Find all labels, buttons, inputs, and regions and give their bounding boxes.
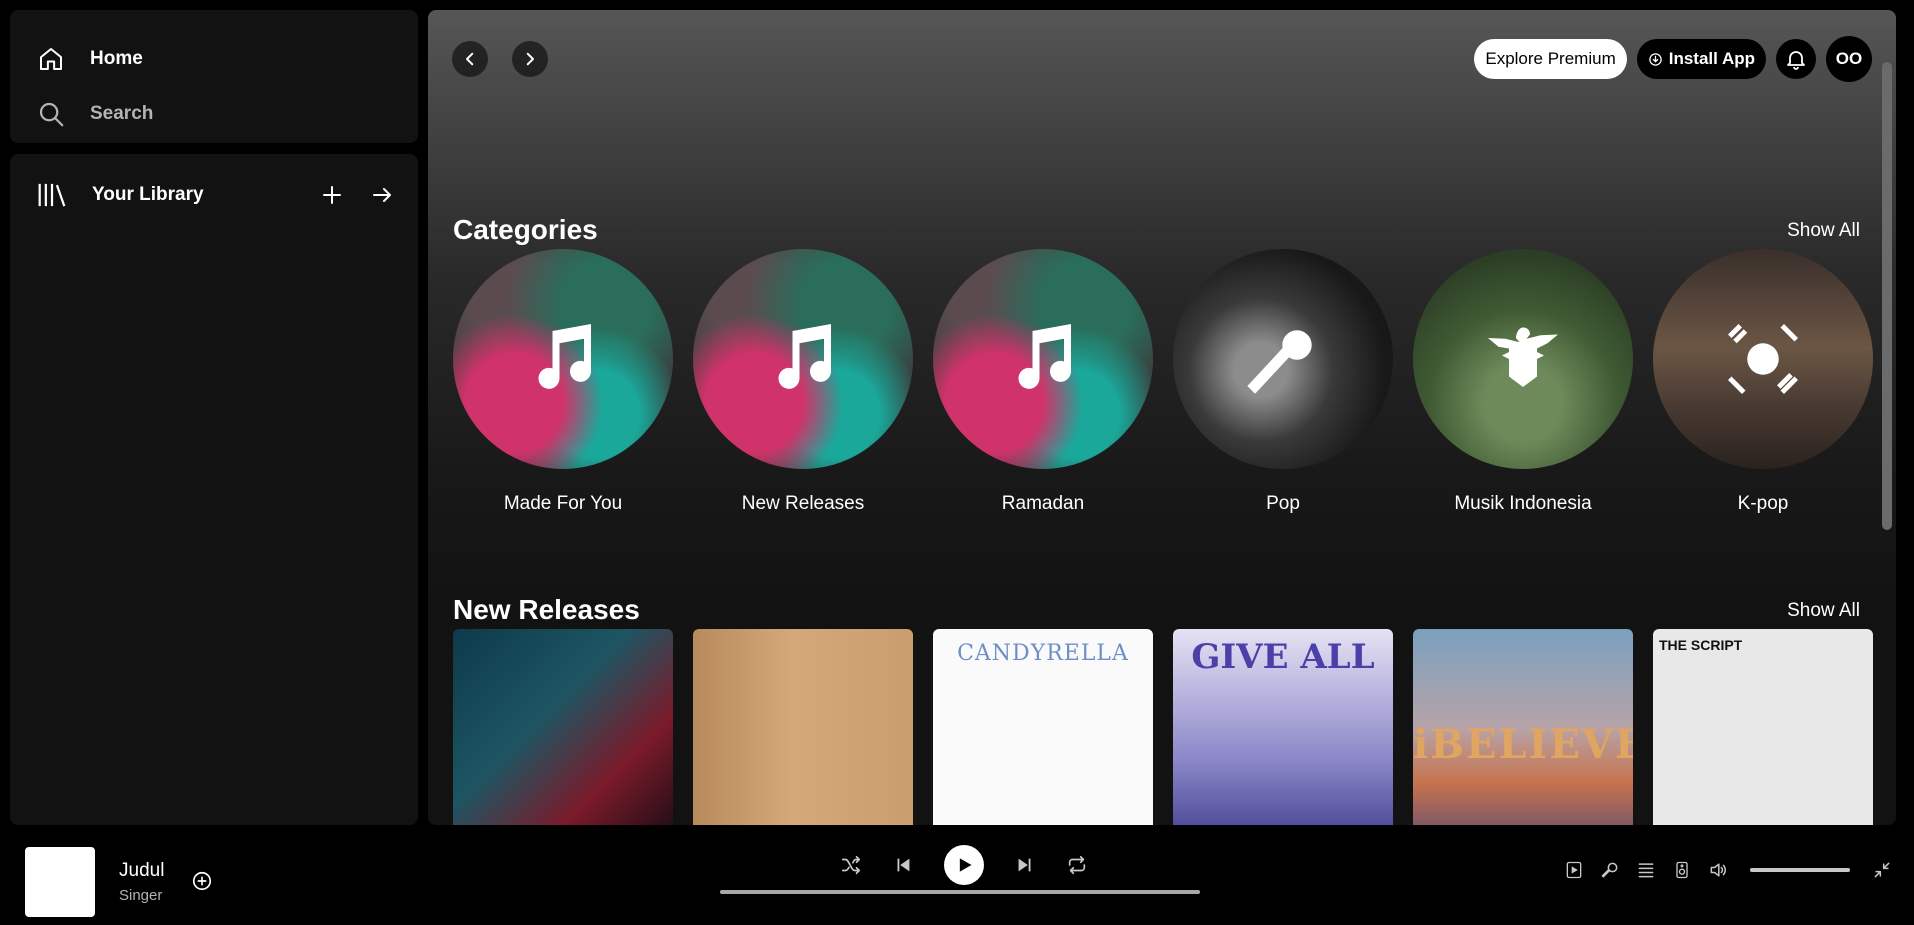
history-nav bbox=[452, 41, 548, 77]
search-icon bbox=[39, 102, 64, 127]
category-card[interactable]: Ramadan bbox=[933, 249, 1153, 515]
category-image bbox=[1653, 249, 1873, 469]
album-card[interactable]: CANDYRELLA bbox=[933, 629, 1153, 825]
progress-bar[interactable] bbox=[720, 890, 1200, 894]
chevron-right-icon bbox=[526, 52, 534, 66]
album-card[interactable]: GIVE ALL bbox=[1173, 629, 1393, 825]
nav-search-label: Search bbox=[90, 103, 154, 124]
shuffle-icon[interactable] bbox=[840, 854, 862, 876]
category-label: K-pop bbox=[1737, 493, 1789, 514]
explore-premium-button[interactable]: Explore Premium bbox=[1474, 39, 1627, 79]
garuda-icon bbox=[1488, 327, 1558, 387]
playback-controls bbox=[840, 845, 1088, 885]
category-image bbox=[1413, 249, 1633, 469]
categories-show-all-link[interactable]: Show All bbox=[1787, 220, 1860, 242]
category-image bbox=[933, 249, 1153, 469]
forward-button[interactable] bbox=[512, 41, 548, 77]
player-bar: Judul Singer bbox=[0, 830, 1914, 925]
library-actions bbox=[320, 183, 394, 207]
play-icon bbox=[959, 858, 972, 872]
album-cover-text: CANDYRELLA bbox=[957, 641, 1129, 666]
music-note-icon bbox=[1018, 324, 1072, 389]
category-label: Made For You bbox=[503, 493, 623, 514]
new-releases-row: CANDYRELLA GIVE ALL iBELIEVE THE SCRIPT bbox=[453, 629, 1873, 825]
play-button[interactable] bbox=[944, 845, 984, 885]
nav-home[interactable]: Home bbox=[36, 44, 143, 74]
album-card[interactable]: iBELIEVE bbox=[1413, 629, 1633, 825]
category-card[interactable]: Musik Indonesia bbox=[1413, 249, 1633, 515]
album-cover-text: GIVE ALL bbox=[1191, 637, 1375, 677]
album-cover-text: THE SCRIPT bbox=[1659, 637, 1743, 653]
nav-panel: Home Search bbox=[10, 10, 418, 143]
library-title-button[interactable]: Your Library bbox=[36, 180, 204, 210]
library-header: Your Library bbox=[36, 180, 394, 210]
home-icon bbox=[40, 48, 62, 70]
music-note-icon bbox=[778, 324, 832, 389]
queue-icon[interactable] bbox=[1636, 860, 1656, 880]
category-label: Ramadan bbox=[1001, 493, 1085, 514]
download-circle-icon bbox=[1648, 52, 1662, 66]
skip-forward-icon[interactable] bbox=[1014, 854, 1036, 876]
now-playing-artist[interactable]: Singer bbox=[119, 887, 162, 904]
volume-icon[interactable] bbox=[1708, 860, 1728, 880]
album-card[interactable] bbox=[693, 629, 913, 825]
back-button[interactable] bbox=[452, 41, 488, 77]
category-image bbox=[1173, 249, 1393, 469]
plus-icon[interactable] bbox=[320, 183, 344, 207]
categories-title: Categories bbox=[453, 214, 598, 245]
add-circle-icon[interactable] bbox=[191, 870, 213, 892]
volume-slider[interactable] bbox=[1750, 868, 1850, 872]
now-playing-title[interactable]: Judul bbox=[119, 860, 164, 882]
taegeuk-icon bbox=[1728, 324, 1798, 394]
category-label: New Releases bbox=[741, 493, 865, 514]
microphone-lyrics-icon[interactable] bbox=[1600, 860, 1620, 880]
topbar-actions: Explore Premium Install App OO bbox=[1474, 36, 1872, 82]
arrow-right-icon[interactable] bbox=[370, 183, 394, 207]
album-cover-text: iBELIEVE bbox=[1413, 721, 1633, 768]
new-releases-title: New Releases bbox=[453, 594, 640, 625]
category-card[interactable]: New Releases bbox=[693, 249, 913, 515]
extra-controls bbox=[1564, 860, 1892, 880]
library-panel: Your Library bbox=[10, 154, 418, 825]
album-card[interactable]: THE SCRIPT bbox=[1653, 629, 1873, 825]
install-app-label: Install App bbox=[1668, 49, 1755, 68]
library-icon bbox=[38, 183, 66, 207]
music-note-icon bbox=[538, 324, 592, 389]
nav-search[interactable]: Search bbox=[36, 99, 153, 129]
now-playing-view-icon[interactable] bbox=[1564, 860, 1584, 880]
album-card[interactable] bbox=[453, 629, 673, 825]
connect-device-icon[interactable] bbox=[1672, 860, 1692, 880]
category-card[interactable]: Pop bbox=[1173, 249, 1393, 515]
library-label: Your Library bbox=[92, 184, 204, 205]
notifications-button[interactable] bbox=[1776, 39, 1816, 79]
category-label: Pop bbox=[1266, 493, 1300, 514]
nav-home-label: Home bbox=[90, 48, 143, 69]
skip-back-icon[interactable] bbox=[892, 854, 914, 876]
install-app-button[interactable]: Install App bbox=[1636, 39, 1766, 79]
topbar: Explore Premium Install App OO bbox=[452, 36, 1872, 82]
category-card[interactable]: K-pop bbox=[1653, 249, 1873, 515]
new-releases-show-all-link[interactable]: Show All bbox=[1787, 600, 1860, 622]
avatar[interactable]: OO bbox=[1826, 36, 1872, 82]
category-card[interactable]: Made For You bbox=[453, 249, 673, 515]
main-content: Explore Premium Install App OO Categorie… bbox=[428, 10, 1896, 825]
now-playing-cover bbox=[25, 847, 95, 917]
minimize-icon[interactable] bbox=[1872, 860, 1892, 880]
category-image bbox=[693, 249, 913, 469]
main-scrollbar[interactable] bbox=[1882, 62, 1892, 530]
chevron-left-icon bbox=[466, 52, 474, 66]
microphone-icon bbox=[1247, 330, 1312, 394]
category-image bbox=[453, 249, 673, 469]
categories-row: Made For You New Releases Ramadan Pop Mu… bbox=[453, 249, 1873, 515]
category-label: Musik Indonesia bbox=[1454, 493, 1592, 514]
repeat-icon[interactable] bbox=[1066, 854, 1088, 876]
bell-icon bbox=[1787, 51, 1805, 70]
